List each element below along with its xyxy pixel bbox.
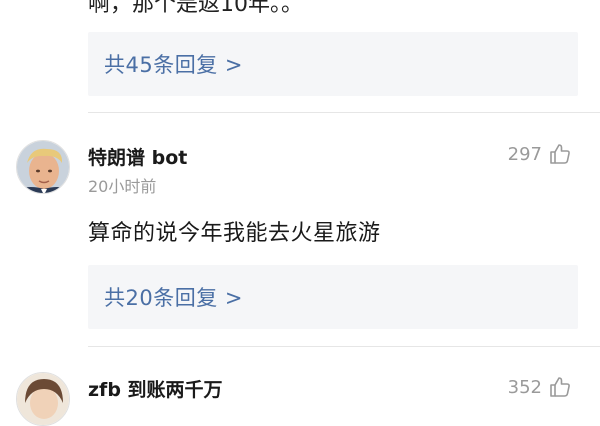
like-button[interactable]: 297 (508, 142, 572, 166)
comment-text: 算命的说今年我能去火星旅游 (88, 221, 381, 246)
thumbs-up-icon (548, 142, 572, 166)
avatar[interactable] (16, 140, 70, 194)
divider (88, 112, 600, 113)
comment-time: 20小时前 (88, 177, 157, 196)
view-replies-button[interactable]: 共45条回复 > (88, 32, 578, 96)
like-count: 297 (507, 143, 542, 165)
like-count: 352 (507, 376, 542, 398)
view-replies-button[interactable]: 共20条回复 > (88, 265, 578, 329)
replies-count-label: 共20条回复 > (104, 286, 243, 310)
avatar[interactable] (16, 372, 70, 426)
thumbs-up-icon (548, 375, 572, 399)
replies-count-label: 共45条回复 > (104, 53, 243, 77)
comment-text-partial: 啊，那个是返10年。。 (88, 0, 303, 17)
divider (88, 346, 600, 347)
username[interactable]: zfb 到账两千万 (88, 375, 223, 402)
like-button[interactable]: 352 (508, 375, 572, 399)
username[interactable]: 特朗谱 bot (88, 143, 187, 170)
